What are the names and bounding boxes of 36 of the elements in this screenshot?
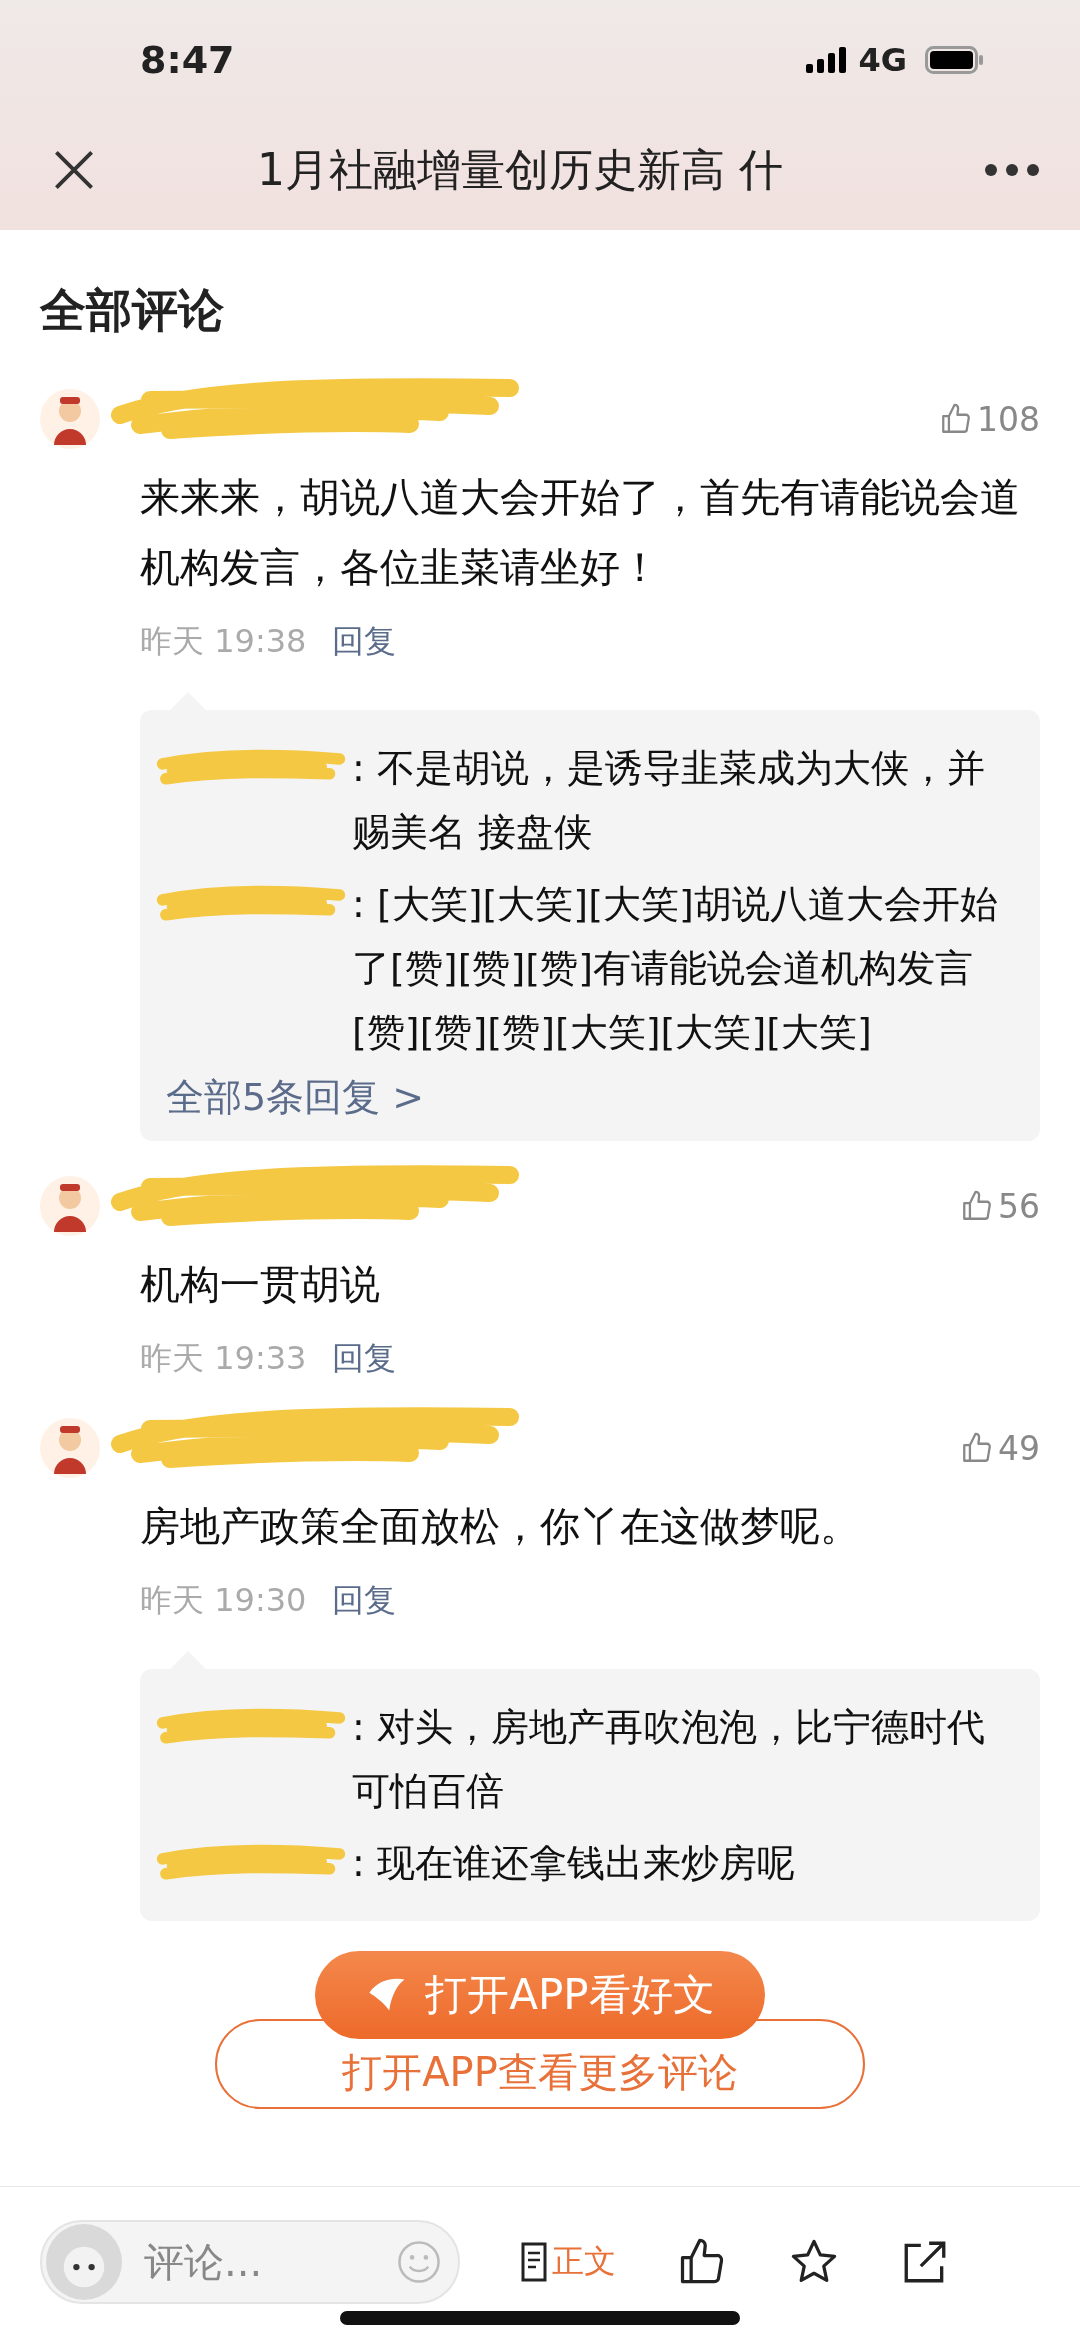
battery-icon: [925, 46, 985, 74]
more-icon[interactable]: [984, 163, 1040, 177]
reply-link[interactable]: 回复: [332, 1579, 397, 1623]
avatar[interactable]: [40, 389, 100, 449]
thumbs-up-icon[interactable]: [960, 1189, 994, 1223]
comment-time: 昨天 19:30: [140, 1580, 307, 1621]
open-app-button[interactable]: 打开APP看好文: [315, 1951, 765, 2039]
status-time: 8:47: [140, 38, 235, 82]
comment-text: 房地产政策全面放松，你丫在这做梦呢。: [140, 1502, 861, 1551]
document-icon: [520, 2240, 550, 2284]
like-count: 56: [998, 1186, 1040, 1226]
article-tab[interactable]: 正文: [520, 2240, 616, 2284]
comment-text: 机构一贯胡说: [140, 1260, 381, 1309]
comment-time: 昨天 19:33: [140, 1338, 307, 1379]
reply-text: : 对头，房地产再吹泡泡，比宁德时代可怕百倍: [352, 1704, 986, 1815]
reply-link[interactable]: 回复: [332, 1337, 397, 1381]
reply-text: : 现在谁还拿钱出来炒房呢: [352, 1840, 796, 1887]
thumbs-up-icon[interactable]: [960, 1431, 994, 1465]
all-replies-link[interactable]: 全部5条回复 >: [166, 1075, 425, 1119]
thumbs-up-icon[interactable]: [939, 402, 973, 436]
avatar[interactable]: [40, 1418, 100, 1478]
avatar[interactable]: [40, 1176, 100, 1236]
article-title: 1月社融增量创历史新高 什: [256, 142, 784, 197]
comment-field[interactable]: 评论...: [40, 2220, 460, 2304]
comment-text: 来来来，胡说八道大会开始了，首先有请能说会道机构发言，各位韭菜请坐好！: [140, 473, 1021, 592]
like-count: 49: [998, 1428, 1040, 1468]
reply-text: : 不是胡说，是诱导韭菜成为大侠，并赐美名 接盘侠: [352, 745, 986, 856]
signal-icon: [806, 47, 849, 73]
section-title: 全部评论: [38, 282, 225, 339]
reply-text: : [大笑][大笑][大笑]胡说八道大会开始了[赞][赞][赞]有请能说会道机构发言[赞][赞][赞][大笑][大笑][大笑]: [352, 881, 999, 1056]
network-label: 4G: [858, 41, 907, 79]
comment-input[interactable]: 评论...: [142, 2238, 376, 2286]
close-icon[interactable]: [52, 148, 96, 192]
comment-time: 昨天 19:38: [140, 621, 307, 662]
reply-link[interactable]: 回复: [332, 620, 397, 664]
like-count: 108: [977, 399, 1040, 439]
